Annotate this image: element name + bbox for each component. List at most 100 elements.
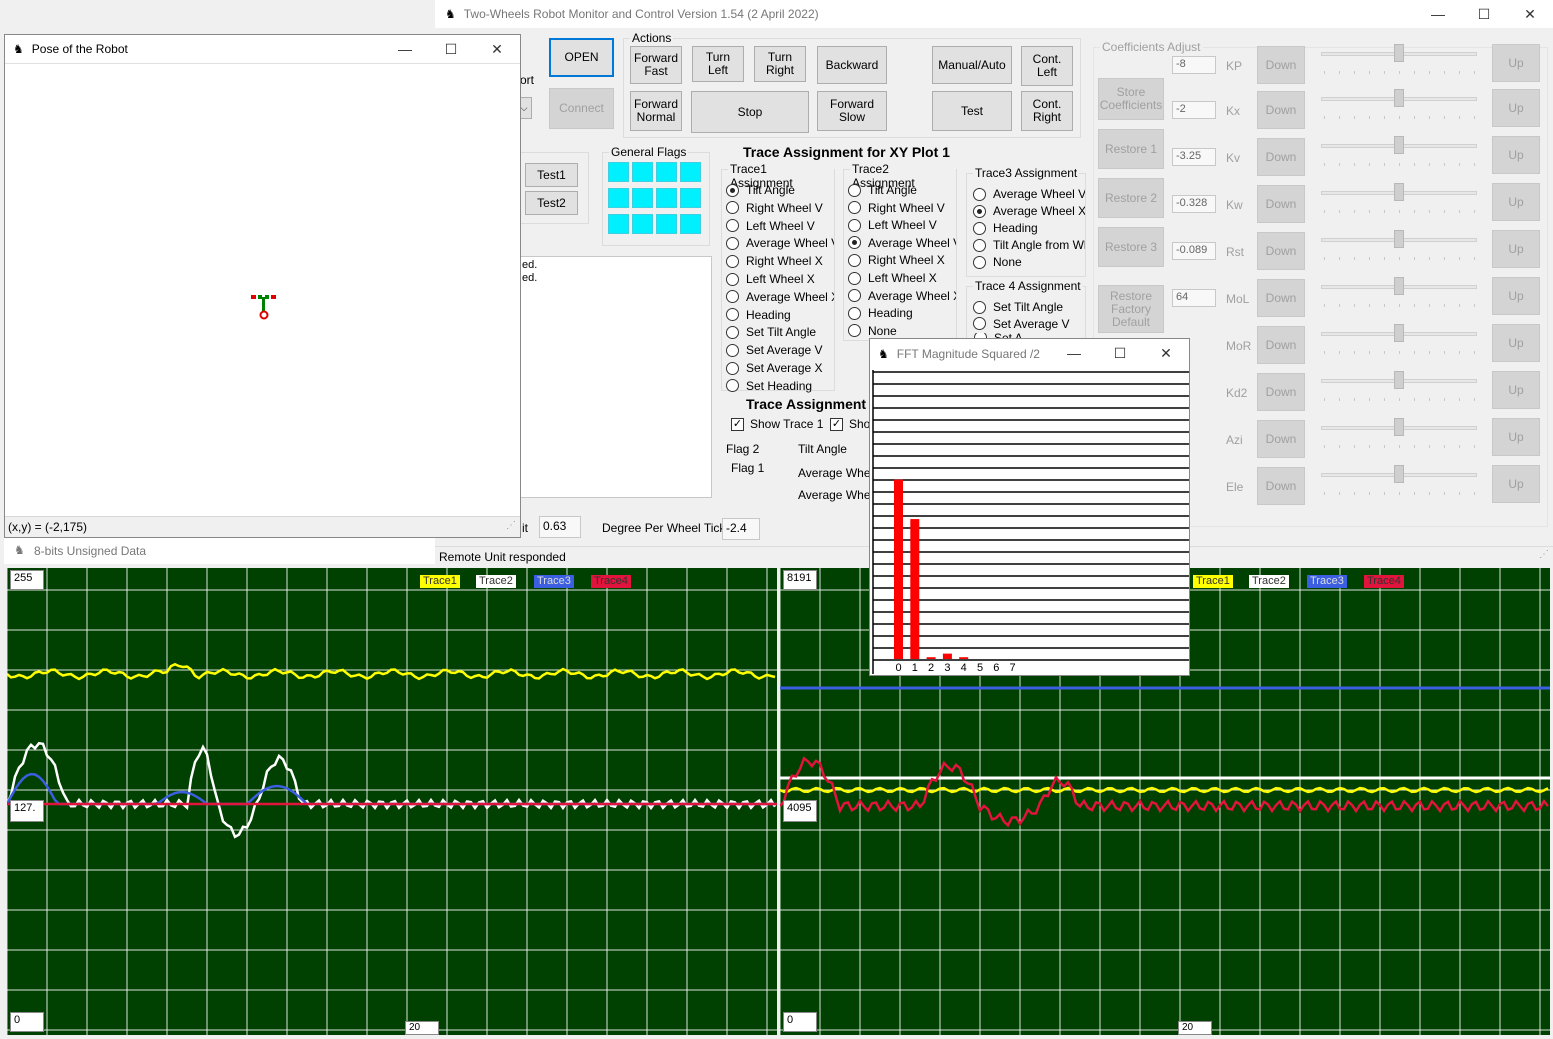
trace3-option[interactable]: Heading	[973, 220, 1085, 236]
up-button[interactable]: Up	[1492, 89, 1540, 127]
slider-thumb[interactable]	[1394, 44, 1404, 62]
trace2-option[interactable]: Left Wheel V	[848, 217, 956, 233]
forward-fast-button[interactable]: Forward Fast	[630, 46, 682, 84]
coefficient-field[interactable]: -0.328	[1172, 195, 1216, 213]
up-button[interactable]: Up	[1492, 277, 1540, 315]
trace3-option[interactable]: None	[973, 254, 1085, 270]
restore1-button[interactable]: Restore 1	[1098, 129, 1164, 169]
trace2-option[interactable]: None	[848, 323, 956, 339]
coefficient-field[interactable]: 64	[1172, 289, 1216, 307]
trace1-option[interactable]: Set Tilt Angle	[726, 324, 834, 340]
trace1-option[interactable]: Set Average V	[726, 342, 834, 358]
trace2-option[interactable]: Average Wheel V	[848, 235, 956, 251]
trace1-option[interactable]: Set Heading	[726, 378, 834, 394]
slider-thumb[interactable]	[1394, 230, 1404, 248]
coefficient-field[interactable]: -3.25	[1172, 148, 1216, 166]
down-button[interactable]: Down	[1257, 91, 1305, 129]
general-flag[interactable]	[680, 162, 701, 182]
general-flag[interactable]	[680, 214, 701, 234]
trace2-option[interactable]: Average Wheel X	[848, 288, 956, 304]
minimize-button[interactable]: —	[1051, 339, 1097, 367]
up-button[interactable]: Up	[1492, 183, 1540, 221]
down-button[interactable]: Down	[1257, 138, 1305, 176]
down-button[interactable]: Down	[1257, 373, 1305, 411]
general-flag[interactable]	[656, 214, 677, 234]
slider-thumb[interactable]	[1394, 465, 1404, 483]
forward-normal-button[interactable]: Forward Normal	[630, 91, 682, 131]
cont-right-button[interactable]: Cont. Right	[1021, 91, 1073, 131]
turn-left-button[interactable]: Turn Left	[692, 46, 744, 82]
maximize-button[interactable]: ☐	[428, 35, 474, 63]
up-button[interactable]: Up	[1492, 324, 1540, 362]
trace2-option[interactable]: Right Wheel V	[848, 200, 956, 216]
up-button[interactable]: Up	[1492, 230, 1540, 268]
trace1-option[interactable]: Left Wheel X	[726, 271, 834, 287]
close-button[interactable]: ✕	[474, 35, 520, 63]
down-button[interactable]: Down	[1257, 279, 1305, 317]
down-button[interactable]: Down	[1257, 185, 1305, 223]
general-flag[interactable]	[656, 162, 677, 182]
cont-left-button[interactable]: Cont. Left	[1021, 46, 1073, 86]
down-button[interactable]: Down	[1257, 46, 1305, 84]
up-button[interactable]: Up	[1492, 465, 1540, 503]
trace1-option[interactable]: Right Wheel V	[726, 200, 834, 216]
trace1-option[interactable]: Set Average X	[726, 360, 834, 376]
trace1-option[interactable]: Left Wheel V	[726, 218, 834, 234]
show-trace1-checkbox[interactable]: ✓ Show Trace 1	[731, 417, 823, 431]
general-flag[interactable]	[680, 188, 701, 208]
slider-thumb[interactable]	[1394, 183, 1404, 201]
coefficient-field[interactable]: -2	[1172, 101, 1216, 119]
turn-right-button[interactable]: Turn Right	[754, 46, 806, 82]
trace1-option[interactable]: Right Wheel X	[726, 253, 834, 269]
open-button[interactable]: OPEN	[549, 38, 614, 77]
hit-field[interactable]: 0.63	[539, 516, 581, 538]
close-button[interactable]: ✕	[1507, 0, 1553, 28]
trace1-option[interactable]: Average Wheel V	[726, 235, 834, 251]
restore-factory-button[interactable]: Restore Factory Default	[1098, 285, 1164, 333]
up-button[interactable]: Up	[1492, 371, 1540, 409]
minimize-button[interactable]: —	[382, 35, 428, 63]
down-button[interactable]: Down	[1257, 326, 1305, 364]
up-button[interactable]: Up	[1492, 44, 1540, 82]
stop-button[interactable]: Stop	[691, 91, 809, 133]
trace2-option[interactable]: Heading	[848, 305, 956, 321]
trace4-option[interactable]: Set Tilt Angle	[973, 299, 1085, 315]
slider-thumb[interactable]	[1394, 277, 1404, 295]
down-button[interactable]: Down	[1257, 467, 1305, 505]
trace2-option[interactable]: Right Wheel X	[848, 252, 956, 268]
test2-button[interactable]: Test2	[525, 191, 578, 215]
test1-button[interactable]: Test1	[525, 163, 578, 187]
slider-thumb[interactable]	[1394, 371, 1404, 389]
restore2-button[interactable]: Restore 2	[1098, 178, 1164, 218]
degree-field[interactable]: -2.4	[722, 518, 760, 540]
manual-auto-button[interactable]: Manual/Auto	[932, 46, 1012, 84]
minimize-button[interactable]: —	[1415, 0, 1461, 28]
slider-thumb[interactable]	[1394, 136, 1404, 154]
trace1-option[interactable]: Tilt Angle	[726, 182, 834, 198]
trace1-option[interactable]: Heading	[726, 307, 834, 323]
down-button[interactable]: Down	[1257, 420, 1305, 458]
general-flag[interactable]	[632, 214, 653, 234]
maximize-button[interactable]: ☐	[1097, 339, 1143, 367]
store-coefficients-button[interactable]: Store Coefficients	[1098, 78, 1164, 120]
restore3-button[interactable]: Restore 3	[1098, 227, 1164, 267]
general-flag[interactable]	[632, 162, 653, 182]
trace2-option[interactable]: Tilt Angle	[848, 182, 956, 198]
trace3-option[interactable]: Average Wheel X	[973, 203, 1085, 219]
coefficient-field[interactable]: -0.089	[1172, 242, 1216, 260]
trace4-option[interactable]: Set Average V	[973, 316, 1085, 332]
backward-button[interactable]: Backward	[817, 46, 887, 84]
slider-thumb[interactable]	[1394, 418, 1404, 436]
general-flag[interactable]	[608, 188, 629, 208]
coefficient-field[interactable]: -8	[1172, 56, 1216, 74]
trace3-option[interactable]: Average Wheel V	[973, 186, 1085, 202]
trace3-option[interactable]: Tilt Angle from Whe	[973, 237, 1085, 253]
general-flag[interactable]	[608, 214, 629, 234]
general-flag[interactable]	[656, 188, 677, 208]
slider-thumb[interactable]	[1394, 324, 1404, 342]
forward-slow-button[interactable]: Forward Slow	[817, 91, 887, 131]
up-button[interactable]: Up	[1492, 418, 1540, 456]
up-button[interactable]: Up	[1492, 136, 1540, 174]
close-button[interactable]: ✕	[1143, 339, 1189, 367]
general-flag[interactable]	[632, 188, 653, 208]
